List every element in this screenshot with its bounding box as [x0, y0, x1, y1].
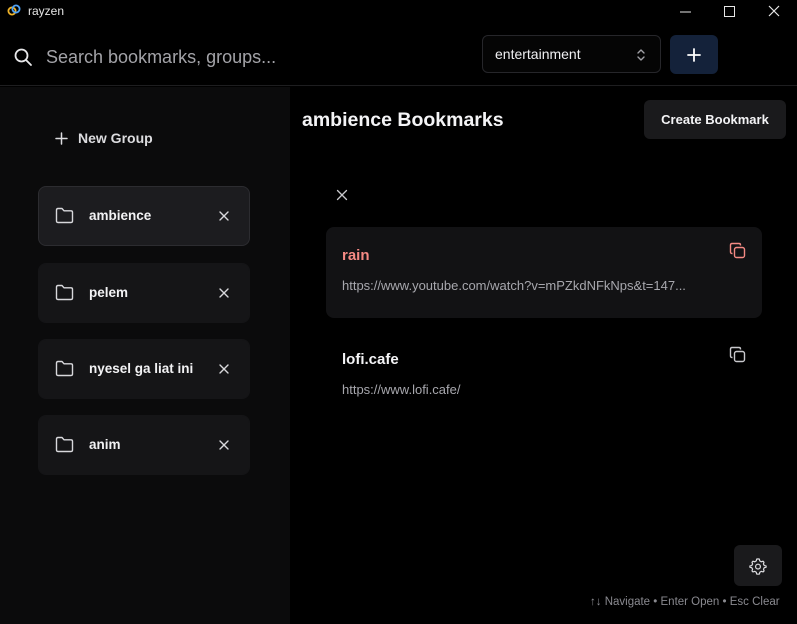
close-icon[interactable] — [217, 362, 231, 376]
maximize-button[interactable] — [706, 0, 752, 22]
copy-icon[interactable] — [729, 346, 746, 363]
new-group-button[interactable]: New Group — [55, 130, 153, 146]
search-icon — [14, 48, 32, 66]
sidebar-item-pelem[interactable]: pelem — [38, 263, 250, 323]
folder-icon — [55, 207, 74, 224]
bookmark-title: lofi.cafe — [342, 351, 399, 368]
group-select-value: entertainment — [495, 46, 581, 62]
bookmark-title: rain — [342, 247, 370, 264]
close-icon[interactable] — [217, 438, 231, 452]
plus-icon — [687, 47, 701, 62]
close-window-button[interactable] — [751, 0, 797, 22]
bookmark-url: https://www.lofi.cafe/ — [342, 382, 461, 397]
sidebar-item-label: ambience — [89, 208, 152, 223]
plus-icon — [55, 131, 68, 145]
bookmark-item-lofi-cafe[interactable]: lofi.cafe https://www.lofi.cafe/ — [326, 331, 762, 422]
maximize-icon — [723, 5, 735, 17]
sidebar-item-label: anim — [89, 437, 121, 452]
sidebar-item-ambience[interactable]: ambience — [38, 186, 250, 246]
close-icon[interactable] — [217, 209, 231, 223]
close-icon[interactable] — [336, 189, 348, 201]
link-logo-icon — [7, 4, 21, 16]
app-window: rayzen entertainment — [0, 0, 797, 624]
new-group-label: New Group — [78, 130, 153, 146]
search-input[interactable] — [46, 40, 466, 74]
folder-icon — [55, 360, 74, 377]
search-header: entertainment — [0, 22, 797, 86]
sidebar: New Group ambience pelem nyesel ga liat … — [0, 87, 290, 624]
gear-icon — [749, 557, 767, 575]
folder-icon — [55, 284, 74, 301]
sidebar-item-label: pelem — [89, 285, 129, 300]
settings-button[interactable] — [734, 545, 782, 586]
close-icon — [768, 5, 780, 17]
page-title: ambience Bookmarks — [302, 109, 504, 131]
sidebar-item-anim[interactable]: anim — [38, 415, 250, 475]
sidebar-item-nyesel-ga-liat-ini[interactable]: nyesel ga liat ini — [38, 339, 250, 399]
minimize-icon — [679, 11, 691, 12]
title-bar: rayzen — [0, 0, 797, 22]
folder-icon — [55, 436, 74, 453]
minimize-button[interactable] — [662, 0, 708, 22]
group-select[interactable]: entertainment — [482, 35, 661, 73]
chevron-up-down-icon — [637, 49, 645, 61]
keyboard-hint: ↑↓ Navigate • Enter Open • Esc Clear — [590, 596, 780, 608]
sidebar-item-label: nyesel ga liat ini — [89, 361, 194, 376]
app-title: rayzen — [28, 4, 65, 18]
copy-icon[interactable] — [729, 242, 746, 259]
bookmark-item-rain[interactable]: rain https://www.youtube.com/watch?v=mPZ… — [326, 227, 762, 318]
add-group-button[interactable] — [670, 35, 718, 74]
close-icon[interactable] — [217, 286, 231, 300]
bookmark-url: https://www.youtube.com/watch?v=mPZkdNFk… — [342, 278, 686, 293]
create-bookmark-button[interactable]: Create Bookmark — [644, 100, 786, 139]
main-panel: ambience Bookmarks Create Bookmark rain … — [290, 87, 797, 624]
